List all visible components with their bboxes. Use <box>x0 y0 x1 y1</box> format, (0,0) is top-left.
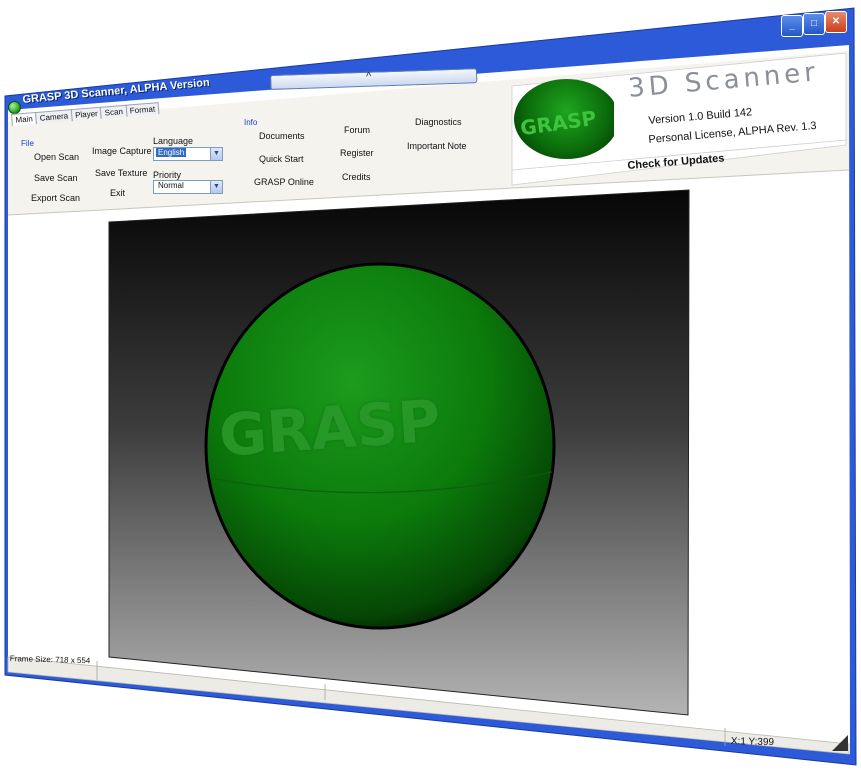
coordinates-status: X:1 Y:399 <box>730 736 775 749</box>
exit-button[interactable]: Exit <box>110 188 125 198</box>
language-value: English <box>156 148 187 157</box>
register-link[interactable]: Register <box>340 148 374 158</box>
tab-main[interactable]: Main <box>11 111 38 126</box>
language-label: Language <box>153 136 194 146</box>
save-texture-button[interactable]: Save Texture <box>95 168 147 178</box>
quick-start-link[interactable]: Quick Start <box>259 154 304 164</box>
tab-scan[interactable]: Scan <box>100 104 128 119</box>
priority-label: Priority <box>153 170 182 180</box>
maximize-button[interactable]: □ <box>803 13 825 35</box>
diagnostics-link[interactable]: Diagnostics <box>415 117 462 127</box>
chevron-up-icon: ^ <box>365 70 372 83</box>
logo-sphere: GRASP <box>514 79 614 159</box>
info-group-label: Info <box>244 118 258 127</box>
export-scan-button[interactable]: Export Scan <box>31 193 80 203</box>
app-icon <box>8 101 21 114</box>
credits-link[interactable]: Credits <box>342 172 371 182</box>
logo-text: GRASP <box>518 105 598 141</box>
priority-select[interactable]: Normal ▼ <box>153 180 223 194</box>
chevron-down-icon: ▼ <box>210 181 222 193</box>
grasp-logo: GRASP <box>514 79 614 159</box>
minimize-button[interactable]: _ <box>781 15 803 37</box>
language-select[interactable]: English ▼ <box>153 147 223 161</box>
priority-value: Normal <box>158 181 184 190</box>
tab-player[interactable]: Player <box>70 106 103 122</box>
image-capture-button[interactable]: Image Capture <box>92 146 152 156</box>
open-scan-button[interactable]: Open Scan <box>34 152 79 162</box>
important-note-link[interactable]: Important Note <box>407 141 467 151</box>
documents-link[interactable]: Documents <box>259 131 305 141</box>
file-group-label: File <box>21 139 34 148</box>
forum-link[interactable]: Forum <box>344 125 370 135</box>
resize-grip[interactable] <box>832 735 848 751</box>
chevron-down-icon: ▼ <box>210 148 222 160</box>
grasp-online-link[interactable]: GRASP Online <box>254 177 314 187</box>
close-button[interactable]: ✕ <box>825 11 847 33</box>
save-scan-button[interactable]: Save Scan <box>34 173 78 183</box>
